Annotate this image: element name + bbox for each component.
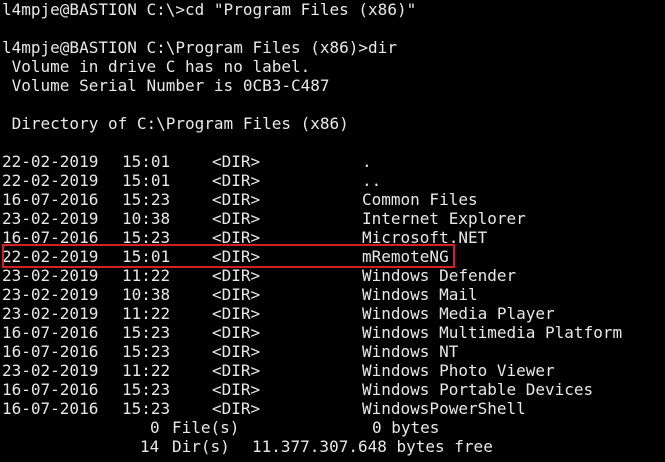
- entry-time: 15:23: [122, 323, 171, 342]
- entry-time: 15:23: [122, 190, 171, 209]
- entry-name: Windows Mail: [362, 285, 478, 304]
- entry-time: 10:38: [122, 209, 171, 228]
- entry-name: ..: [362, 171, 382, 190]
- entry-time: 11:22: [122, 304, 171, 323]
- entry-name: Windows Portable Devices: [362, 380, 594, 399]
- entry-name: .: [362, 152, 372, 171]
- files-count: 0: [150, 418, 160, 437]
- entry-name: Windows Media Player: [362, 304, 555, 323]
- mremoteng-highlight-box: [2, 244, 455, 268]
- entry-type: <DIR>: [212, 152, 261, 171]
- entry-date: 23-02-2019: [2, 266, 99, 285]
- entry-time: 15:23: [122, 380, 171, 399]
- directory-of-text: Directory of C:\Program Files (x86): [2, 114, 349, 133]
- entry-name: Windows Defender: [362, 266, 517, 285]
- command-line-cd: l4mpje@BASTION C:\>cd "Program Files (x8…: [2, 0, 417, 19]
- entry-type: <DIR>: [212, 190, 261, 209]
- entry-date: 16-07-2016: [2, 380, 99, 399]
- entry-type: <DIR>: [212, 361, 261, 380]
- entry-type: <DIR>: [212, 266, 261, 285]
- dirs-summary: 14 Dir(s) 11.377.307.648 bytes free: [0, 437, 493, 456]
- entry-name: Windows Photo Viewer: [362, 361, 555, 380]
- files-label: File(s): [172, 418, 240, 437]
- entry-date: 23-02-2019: [2, 209, 99, 228]
- entry-time: 15:01: [122, 171, 171, 190]
- entry-date: 23-02-2019: [2, 361, 99, 380]
- entry-type: <DIR>: [212, 399, 261, 418]
- files-bytes: 0 bytes: [372, 418, 440, 437]
- entry-time: 11:22: [122, 266, 171, 285]
- entry-date: 16-07-2016: [2, 399, 99, 418]
- files-summary: 0 File(s) 0 bytes: [0, 418, 439, 437]
- dirs-bytes: 11.377.307.648 bytes free: [252, 437, 493, 456]
- entry-date: 23-02-2019: [2, 304, 99, 323]
- dirs-label: Dir(s): [172, 437, 230, 456]
- volume-serial-text: Volume Serial Number is 0CB3-C487: [2, 76, 330, 95]
- entry-type: <DIR>: [212, 209, 261, 228]
- entry-type: <DIR>: [212, 342, 261, 361]
- entry-date: 16-07-2016: [2, 342, 99, 361]
- entry-name: WindowsPowerShell: [362, 399, 526, 418]
- entry-name: Common Files: [362, 190, 478, 209]
- entry-date: 23-02-2019: [2, 285, 99, 304]
- entry-date: 16-07-2016: [2, 190, 99, 209]
- entry-name: Windows Multimedia Platform: [362, 323, 623, 342]
- entry-type: <DIR>: [212, 380, 261, 399]
- entry-date: 16-07-2016: [2, 323, 99, 342]
- entry-type: <DIR>: [212, 323, 261, 342]
- entry-time: 10:38: [122, 285, 171, 304]
- entry-name: Internet Explorer: [362, 209, 526, 228]
- entry-date: 22-02-2019: [2, 171, 99, 190]
- entry-time: 15:01: [122, 152, 171, 171]
- entry-type: <DIR>: [212, 304, 261, 323]
- terminal-window[interactable]: l4mpje@BASTION C:\>cd "Program Files (x8…: [0, 0, 665, 462]
- entry-name: Windows NT: [362, 342, 459, 361]
- entry-time: 15:23: [122, 342, 171, 361]
- entry-type: <DIR>: [212, 285, 261, 304]
- entry-time: 15:23: [122, 399, 171, 418]
- entry-date: 22-02-2019: [2, 152, 99, 171]
- dirs-count: 14: [140, 437, 160, 456]
- command-line-dir: l4mpje@BASTION C:\Program Files (x86)>di…: [2, 38, 397, 57]
- volume-label-text: Volume in drive C has no label.: [2, 57, 311, 76]
- entry-time: 11:22: [122, 361, 171, 380]
- entry-type: <DIR>: [212, 171, 261, 190]
